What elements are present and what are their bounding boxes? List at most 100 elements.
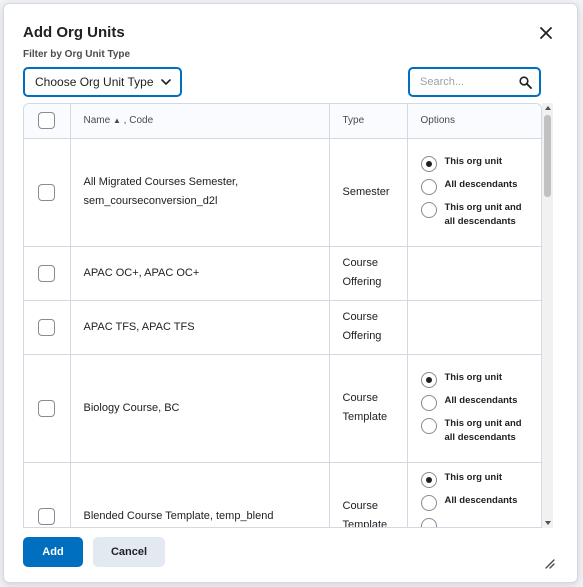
table-scrollbar[interactable]: [542, 103, 553, 528]
options-cell: [407, 300, 541, 355]
option-all-descendants[interactable]: All descendants: [420, 494, 540, 511]
option-all-descendants[interactable]: All descendants: [420, 394, 540, 411]
org-unit-type-line2: Template: [342, 411, 388, 423]
row-select-cell: [24, 246, 71, 301]
row-checkbox[interactable]: [38, 318, 56, 336]
org-unit-name-cell: Blended Course Template, temp_blend: [70, 462, 330, 527]
org-unit-type-cell: Course Template: [329, 354, 408, 463]
option-label: This org unit: [444, 372, 503, 383]
select-all-checkbox[interactable]: [38, 112, 56, 130]
option-label-line2: all descendants: [444, 216, 516, 227]
close-button[interactable]: [537, 24, 555, 42]
scroll-up-arrow-icon[interactable]: [545, 106, 551, 110]
options-cell: This org unit All descendants: [407, 462, 541, 527]
option-label-line1: This org unit and: [444, 418, 522, 429]
option-label: This org unit and all descendants: [445, 201, 522, 229]
option-this-org-unit[interactable]: This org unit: [420, 155, 540, 172]
option-label: This org unit: [444, 156, 503, 167]
org-unit-name: Blended Course Template, temp_blend: [83, 509, 274, 522]
search-input[interactable]: [418, 75, 514, 89]
org-unit-type-line1: Course: [342, 392, 378, 404]
row-select-cell: [24, 300, 71, 355]
options-cell: This org unit All descendants This org u…: [407, 138, 541, 247]
radio-button[interactable]: [420, 395, 437, 411]
option-label-line2: all descendants: [444, 432, 516, 443]
org-unit-type-line1: Course: [342, 500, 378, 512]
option-label-line1: This org unit and: [444, 202, 522, 213]
org-unit-name-cell: APAC TFS, APAC TFS: [70, 300, 330, 355]
org-unit-type-select-value: Choose Org Unit Type: [35, 75, 154, 89]
org-unit-type-line2: Offering: [342, 330, 382, 342]
option-this-and-descendants[interactable]: [420, 517, 540, 527]
option-label: All descendants: [444, 179, 518, 190]
name-header-label: Name: [83, 115, 111, 127]
table-row: APAC OC+, APAC OC+ Course Offering: [24, 246, 541, 301]
radio-button[interactable]: [420, 471, 437, 488]
dialog-title: Add Org Units: [23, 24, 125, 41]
options-cell: [407, 246, 541, 301]
add-org-units-dialog: Add Org Units Filter by Org Unit Type Ch…: [3, 3, 578, 583]
option-this-org-unit[interactable]: This org unit: [420, 371, 540, 388]
row-select-cell: [24, 354, 71, 463]
org-units-table: Name ▲ , Code Type Options All Migrated …: [24, 104, 541, 528]
row-select-cell: [24, 138, 71, 247]
option-label: This org unit and all descendants: [445, 417, 522, 445]
option-label: All descendants: [444, 395, 518, 406]
org-unit-name-cell: APAC OC+, APAC OC+: [70, 246, 330, 301]
close-icon: [540, 27, 552, 39]
org-unit-type-cell: Course Offering: [329, 246, 408, 301]
scroll-down-arrow-icon[interactable]: [545, 521, 551, 525]
options-cell: This org unit All descendants This org u…: [407, 354, 541, 463]
option-label: All descendants: [444, 494, 518, 506]
radio-button[interactable]: [420, 418, 437, 434]
row-checkbox[interactable]: [38, 264, 56, 282]
table-header-row: Name ▲ , Code Type Options: [24, 104, 541, 139]
resize-handle-icon[interactable]: [543, 557, 555, 569]
search-box[interactable]: [408, 67, 541, 97]
table-row: Blended Course Template, temp_blend Cour…: [24, 462, 541, 528]
radio-button[interactable]: [420, 179, 437, 195]
row-checkbox[interactable]: [38, 183, 56, 201]
org-unit-name-cell: All Migrated Courses Semester, sem_cours…: [70, 138, 330, 247]
cancel-button[interactable]: Cancel: [93, 537, 165, 567]
radio-button[interactable]: [420, 494, 437, 511]
org-unit-type-line2: Template: [342, 519, 388, 528]
radio-button[interactable]: [420, 156, 437, 172]
select-all-cell: [24, 104, 71, 139]
org-unit-type-select[interactable]: Choose Org Unit Type: [23, 67, 182, 97]
type-header: Type: [329, 104, 408, 139]
table-row: All Migrated Courses Semester, sem_cours…: [24, 138, 541, 247]
sort-ascending-icon: ▲: [112, 116, 121, 126]
org-unit-type-line2: Offering: [342, 276, 382, 288]
radio-button[interactable]: [420, 372, 437, 388]
option-all-descendants[interactable]: All descendants: [420, 178, 540, 195]
org-unit-name-cell: Biology Course, BC: [70, 354, 330, 463]
org-unit-name: APAC TFS, APAC TFS: [83, 320, 195, 333]
filter-label: Filter by Org Unit Type: [23, 49, 131, 60]
name-sort-link[interactable]: Name ▲: [84, 115, 124, 126]
option-this-and-descendants[interactable]: This org unit and all descendants: [420, 417, 540, 445]
table-row: APAC TFS, APAC TFS Course Offering: [24, 300, 541, 355]
org-unit-type-line1: Course: [342, 311, 378, 323]
org-unit-type-cell: Semester: [329, 138, 408, 247]
options-header: Options: [407, 104, 541, 139]
org-unit-name: Biology Course, BC: [83, 401, 180, 414]
org-unit-name: All Migrated Courses Semester,: [83, 176, 239, 188]
option-label: This org unit: [444, 471, 503, 483]
org-unit-name: APAC OC+, APAC OC+: [83, 266, 200, 279]
radio-button[interactable]: [420, 202, 437, 218]
add-button[interactable]: Add: [23, 537, 83, 567]
org-unit-code: sem_courseconversion_d2l: [83, 195, 218, 207]
option-this-and-descendants[interactable]: This org unit and all descendants: [420, 201, 540, 229]
row-checkbox[interactable]: [38, 399, 56, 417]
row-select-cell: [24, 462, 71, 527]
scrollbar-thumb[interactable]: [544, 115, 551, 197]
radio-button[interactable]: [420, 517, 437, 527]
org-unit-type: Semester: [342, 185, 390, 198]
row-checkbox[interactable]: [38, 507, 56, 525]
option-this-org-unit[interactable]: This org unit: [420, 471, 540, 488]
org-unit-type-cell: Course Offering: [329, 300, 408, 355]
code-header-label[interactable]: , Code: [124, 115, 153, 126]
table-row: Biology Course, BC Course Template This …: [24, 354, 541, 463]
search-icon[interactable]: [519, 76, 532, 89]
